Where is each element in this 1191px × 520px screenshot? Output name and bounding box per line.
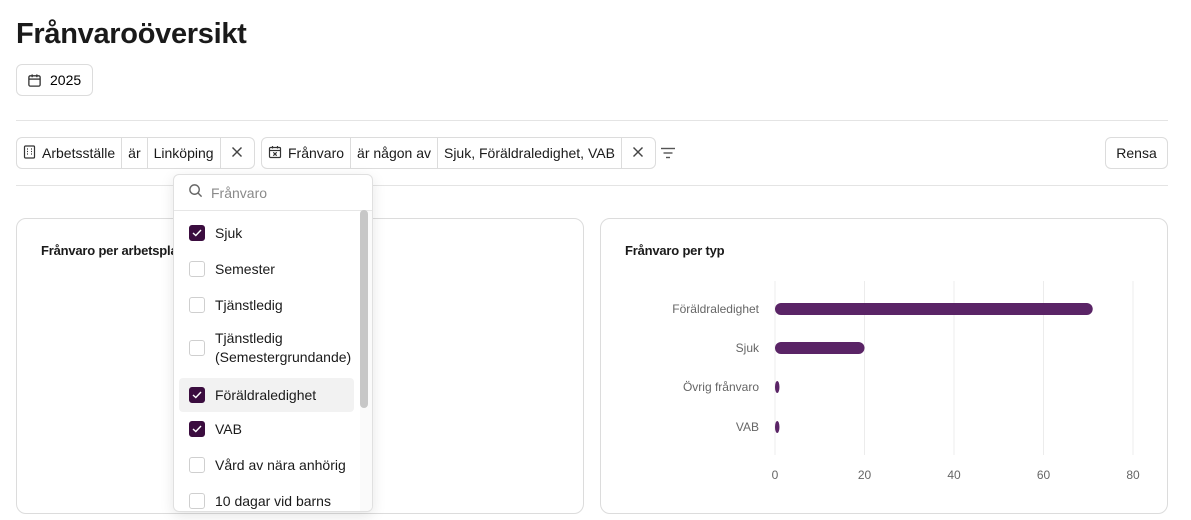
- dropdown-option-label: Föräldraledighet: [215, 386, 317, 403]
- checkbox[interactable]: [189, 297, 205, 313]
- dropdown-option-label: VAB: [215, 420, 242, 437]
- checkbox-checked[interactable]: [189, 387, 205, 403]
- search-icon: [188, 183, 203, 203]
- absence-filter-dropdown: Sjuk Semester Tjänstledig Tjänstledig (Semes…: [173, 174, 373, 512]
- dropdown-option[interactable]: Vård av nära anhörig: [179, 450, 354, 480]
- dropdown-option-label: Semester: [215, 260, 275, 277]
- clear-filters-button[interactable]: Rensa: [1105, 137, 1168, 169]
- dropdown-option-label: Vård av nära anhörig: [215, 456, 346, 473]
- checkbox[interactable]: [189, 340, 205, 356]
- absence-per-type-card: Frånvaro per typ 0 20 40 60 80 Föräldraledigh…: [600, 218, 1168, 514]
- filter-field-label: Arbetsställe: [42, 145, 116, 161]
- filter-icon: [659, 147, 677, 166]
- bar[interactable]: [775, 303, 1093, 315]
- calendar-x-icon: [268, 145, 282, 162]
- filter-value[interactable]: Linköping: [146, 138, 220, 168]
- checkbox[interactable]: [189, 493, 205, 509]
- bar[interactable]: [775, 342, 865, 354]
- dropdown-option-label: Tjänstledig: [215, 296, 283, 313]
- card-title: Frånvaro per arbetsplats: [41, 243, 189, 258]
- dropdown-option[interactable]: Sjuk: [179, 218, 354, 248]
- checkbox[interactable]: [189, 261, 205, 277]
- checkbox[interactable]: [189, 457, 205, 473]
- label-line: (Semestergrundande): [215, 349, 352, 365]
- dropdown-option[interactable]: Föräldraledighet: [179, 378, 354, 412]
- filter-operator[interactable]: är: [121, 138, 146, 168]
- year-selector-button[interactable]: 2025: [16, 64, 94, 96]
- page-title: Frånvaroöversikt: [16, 18, 247, 50]
- filter-field-label: Frånvaro: [288, 145, 345, 161]
- dropdown-search-input[interactable]: [211, 184, 361, 201]
- filter-chip-absence: Frånvaro är någon av Sjuk, Föräldraledig…: [261, 137, 656, 169]
- dropdown-option-label: Tjänstledig (Semestergrundande): [215, 329, 351, 367]
- remove-filter-button[interactable]: [620, 138, 655, 168]
- year-value: 2025: [50, 72, 82, 88]
- bar[interactable]: [775, 421, 780, 433]
- dropdown-option[interactable]: Tjänstledig (Semestergrundande): [179, 326, 354, 370]
- x-tick-label: 60: [1037, 468, 1051, 482]
- category-label: Sjuk: [736, 341, 760, 355]
- absence-type-chart: 0 20 40 60 80 Föräldraledighet Sjuk Övrig frånv…: [672, 281, 1140, 482]
- filter-operator[interactable]: är någon av: [350, 138, 437, 168]
- calendar-icon: [27, 73, 42, 88]
- checkbox-checked[interactable]: [189, 421, 205, 437]
- add-filter-button[interactable]: [659, 144, 677, 162]
- divider: [16, 120, 1168, 121]
- dropdown-search: [174, 175, 372, 211]
- filter-field[interactable]: Frånvaro: [262, 138, 350, 168]
- x-tick-label: 20: [858, 468, 872, 482]
- close-icon: [632, 145, 644, 161]
- x-tick-label: 80: [1126, 468, 1140, 482]
- filter-field[interactable]: Arbetsställe: [17, 138, 121, 168]
- remove-filter-button[interactable]: [219, 138, 254, 168]
- filter-value[interactable]: Sjuk, Föräldraledighet, VAB: [436, 138, 621, 168]
- dropdown-option-label: 10 dagar vid barns: [215, 492, 331, 509]
- label-line: Tjänstledig: [215, 330, 283, 346]
- filter-chip-workplace: Arbetsställe är Linköping: [16, 137, 255, 169]
- checkbox-checked[interactable]: [189, 225, 205, 241]
- x-tick-label: 0: [772, 468, 779, 482]
- category-label: Föräldraledighet: [672, 302, 759, 316]
- dropdown-option-label: Sjuk: [215, 224, 243, 241]
- category-label: VAB: [736, 420, 759, 434]
- dropdown-scrollbar[interactable]: [360, 210, 368, 408]
- close-icon: [231, 145, 243, 161]
- dropdown-options: Sjuk Semester Tjänstledig Tjänstledig (Semes…: [174, 211, 360, 511]
- bar[interactable]: [775, 381, 780, 393]
- dropdown-option[interactable]: 10 dagar vid barns: [179, 486, 354, 511]
- category-label: Övrig frånvaro: [683, 380, 759, 394]
- building-icon: [23, 144, 36, 162]
- dropdown-option[interactable]: VAB: [179, 414, 354, 444]
- dropdown-option[interactable]: Tjänstledig: [179, 290, 354, 320]
- dropdown-option[interactable]: Semester: [179, 254, 354, 284]
- x-tick-label: 40: [947, 468, 961, 482]
